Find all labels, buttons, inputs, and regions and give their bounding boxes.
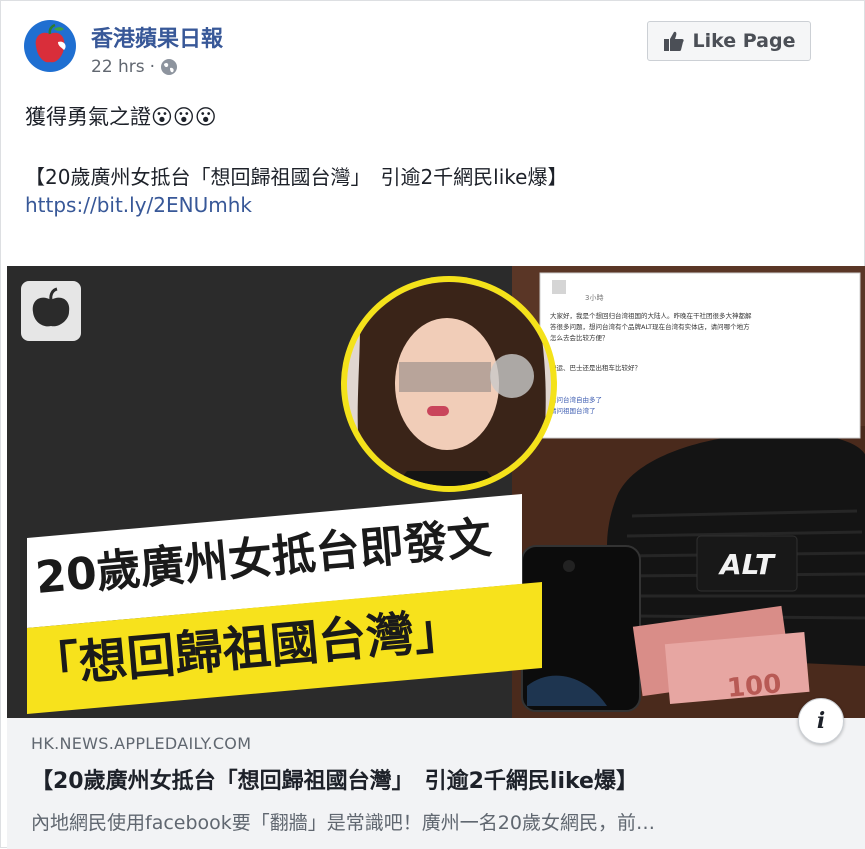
post-card: 香港蘋果日報 22 hrs · Like Page 獲得勇氣之證😮😮😮 【20歲…	[0, 0, 865, 849]
post-headline: 【20歲廣州女抵台「想回歸祖國台灣」 引逾2千網民like爆】	[25, 165, 568, 189]
screenshot-line: 请问祖国台湾了	[550, 406, 596, 415]
post-message: 獲得勇氣之證😮😮😮	[25, 105, 217, 129]
screenshot-line: 大家好，我是个想回归台湾祖国的大陆人。昨晚在干社团很多大神都解	[550, 311, 752, 320]
hat-brand-text: ALT	[718, 548, 776, 581]
post-url-link[interactable]: https://bit.ly/2ENUmhk	[25, 193, 252, 217]
meta-separator: ·	[149, 57, 156, 77]
info-icon[interactable]: i	[798, 698, 844, 744]
screenshot-line: 请问台湾自由多了	[550, 395, 602, 404]
post-timestamp[interactable]: 22 hrs	[91, 57, 145, 77]
link-title[interactable]: 【20歲廣州女抵台「想回歸祖國台灣」 引逾2千網民like爆】	[31, 763, 638, 795]
link-preview-image[interactable]: ALT 100 3小時 大家好，我是个想回归台湾祖国的大陆人。昨晚在干社团很多大…	[7, 266, 865, 718]
like-page-label: Like Page	[692, 30, 796, 52]
page-name-link[interactable]: 香港蘋果日報	[91, 21, 223, 53]
screenshot-time: 3小時	[585, 293, 603, 302]
post-meta: 22 hrs ·	[91, 57, 178, 77]
svg-text:100: 100	[726, 669, 783, 704]
screenshot-line: 答很多问题，想问台湾有个品牌ALT现在台湾有实体店，请问哪个地方	[550, 322, 750, 331]
link-domain: HK.NEWS.APPLEDAILY.COM	[31, 734, 252, 753]
page-avatar[interactable]	[24, 20, 76, 72]
thumbs-up-icon	[663, 31, 684, 51]
globe-icon[interactable]	[160, 58, 178, 76]
screenshot-line: 捷运、巴士还是出租车比较好？	[550, 363, 641, 372]
link-description: 內地網民使用facebook要「翻牆」是常識吧！廣州一名20歲女網民，前…	[31, 812, 655, 834]
like-page-button[interactable]: Like Page	[647, 21, 811, 61]
screenshot-line: 怎么去会比较方便？	[550, 333, 609, 342]
preview-artwork: ALT 100 3小時 大家好，我是个想回归台湾祖国的大陆人。昨晚在干社团很多大…	[7, 266, 865, 718]
link-caption[interactable]: HK.NEWS.APPLEDAILY.COM 【20歲廣州女抵台「想回歸祖國台灣…	[7, 718, 865, 849]
